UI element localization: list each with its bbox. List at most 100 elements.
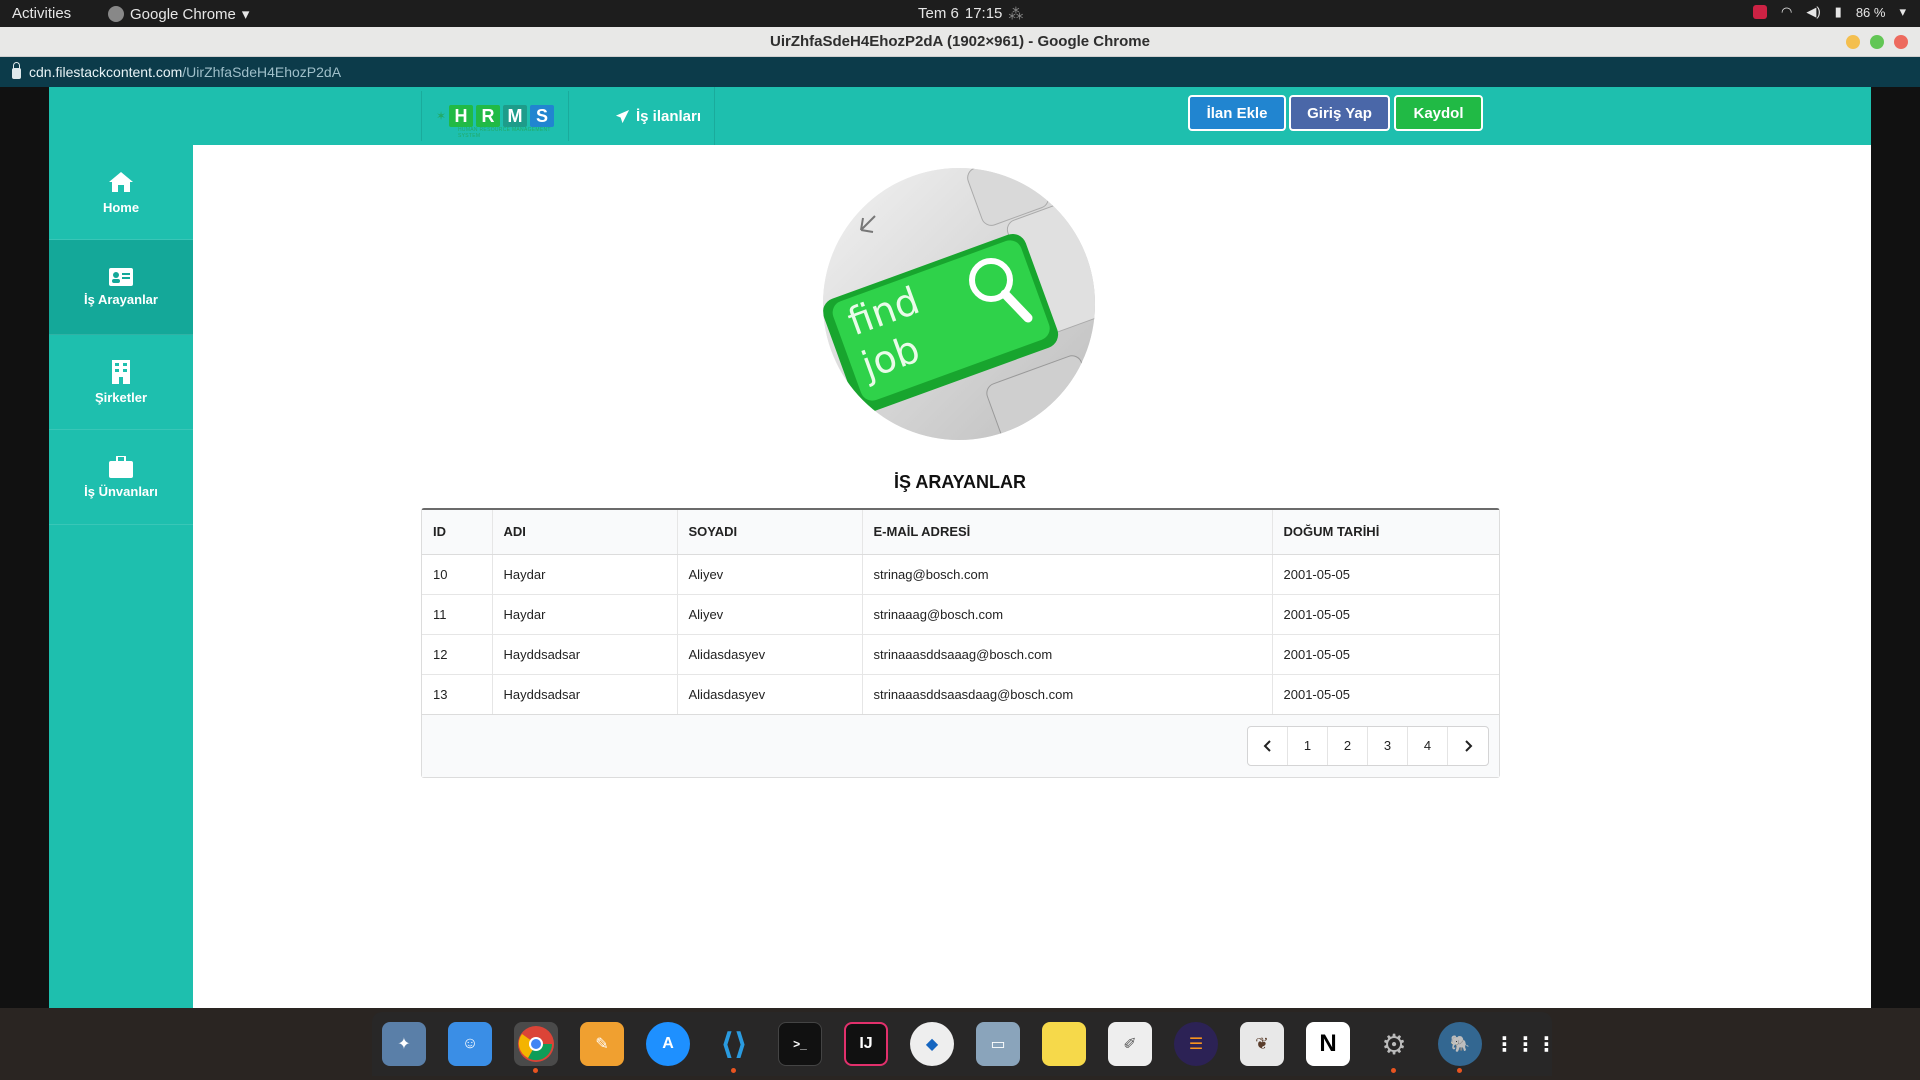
chevron-left-icon: [1263, 739, 1271, 752]
postgres-icon[interactable]: 🐘: [1438, 1022, 1482, 1073]
pagination-page-3[interactable]: 3: [1368, 726, 1408, 765]
logo-letter-s: S: [530, 105, 555, 127]
maximize-button[interactable]: [1870, 35, 1884, 49]
cell-surname: Alidasdasyev: [676, 634, 862, 675]
sidebar-item-companies[interactable]: Şirketler: [49, 335, 193, 430]
pagination-page-2[interactable]: 2: [1328, 726, 1368, 765]
volume-icon: ◀): [1806, 4, 1821, 19]
logo-letter-r: R: [476, 105, 501, 127]
system-tray[interactable]: ◠ ◀) ▮ 86 % ▾: [1753, 4, 1906, 20]
url-host: cdn.filestackcontent.com: [29, 64, 183, 80]
chevron-right-icon: [1465, 739, 1473, 752]
window-title: UirZhfaSdeH4EhozP2dA (1902×961) - Google…: [770, 33, 1150, 50]
pagination-page-4[interactable]: 4: [1408, 726, 1448, 765]
chrome-icon[interactable]: [514, 1022, 558, 1073]
cell-email: strinag@bosch.com: [861, 554, 1272, 595]
system-menu-caret-icon: ▾: [1899, 4, 1906, 19]
notes-icon[interactable]: [1042, 1022, 1086, 1066]
inkscape-icon[interactable]: ◆: [910, 1022, 954, 1066]
app-menu[interactable]: Google Chrome ▾: [108, 5, 249, 23]
table-header-row: ID ADI SOYADI E-MAİL ADRESİ DOĞUM TARİHİ: [422, 510, 1499, 555]
home-icon: [108, 170, 134, 194]
pagination-next-button[interactable]: [1448, 727, 1488, 765]
column-header-email: E-MAİL ADRESİ: [861, 510, 1272, 555]
cell-name: Hayddsadsar: [491, 674, 677, 715]
eclipse-icon[interactable]: ☰: [1174, 1022, 1218, 1066]
paper-plane-icon: [615, 109, 630, 124]
cell-birth-date: 2001-05-05: [1271, 554, 1499, 595]
app-grid-icon[interactable]: ⋮⋮⋮: [1495, 1022, 1557, 1066]
appstore-icon[interactable]: A: [646, 1022, 690, 1066]
url-text[interactable]: cdn.filestackcontent.com/UirZhfaSdeH4Eho…: [29, 64, 341, 80]
web-page: ✶ H R M S HUMAN RESOURCE MANAGEMENT SYST…: [49, 87, 1871, 1008]
briefcase-icon: [109, 455, 133, 478]
cell-name: Hayddsadsar: [491, 634, 677, 675]
column-header-birth-date: DOĞUM TARİHİ: [1271, 510, 1499, 555]
sidebar-item-job-seekers[interactable]: İş Arayanlar: [49, 240, 193, 335]
indicator-app-icon[interactable]: [1753, 5, 1767, 19]
dbeaver-icon[interactable]: ❦: [1240, 1022, 1284, 1066]
sidebar-item-home[interactable]: Home: [49, 145, 193, 240]
shotwell-icon[interactable]: ✦: [382, 1022, 426, 1066]
address-bar[interactable]: cdn.filestackcontent.com/UirZhfaSdeH4Eho…: [0, 57, 1920, 87]
column-header-id: ID: [422, 510, 492, 555]
pagination: 1 2 3 4: [1247, 725, 1489, 766]
javaee-ide-icon[interactable]: ⚙: [1372, 1022, 1416, 1073]
close-button[interactable]: [1894, 35, 1908, 49]
text-editor-icon[interactable]: ✐: [1108, 1022, 1152, 1066]
dock: ✦ ☺ ✎ A ⟨⟩ >_ IJ ◆ ▭ ✐ ☰ ❦ N ⚙ 🐘 ⋮⋮⋮: [372, 1012, 1557, 1076]
table-row: 11 Haydar Aliyev strinaaag@bosch.com 200…: [422, 594, 1499, 635]
nav-job-listings-label: İş ilanları: [636, 107, 702, 125]
find-job-image: find job: [823, 168, 1095, 440]
window-title-bar[interactable]: UirZhfaSdeH4EhozP2dA (1902×961) - Google…: [0, 27, 1920, 57]
activities-button[interactable]: Activities: [12, 5, 71, 22]
battery-icon: ▮: [1834, 4, 1842, 19]
chrome-small-icon: [108, 6, 124, 22]
vscode-icon[interactable]: ⟨⟩: [712, 1022, 756, 1073]
clock-date: Tem 6: [918, 5, 959, 22]
page-title: İŞ ARAYANLAR: [893, 472, 1027, 492]
sidebar-item-job-titles[interactable]: İş Ünvanları: [49, 430, 193, 525]
cell-email: strinaaag@bosch.com: [861, 594, 1272, 635]
table-row: 12 Hayddsadsar Alidasdasyev strinaaasdds…: [422, 634, 1499, 675]
sidebar: Home İş Arayanlar Şirketler İş Ünvanları: [49, 145, 193, 1008]
system-top-bar: Activities Google Chrome ▾ Tem 6 17:15 ⁂…: [0, 0, 1920, 27]
lock-icon: [12, 62, 21, 79]
sidebar-item-label: İş Ünvanları: [84, 483, 158, 499]
caret-down-icon: ▾: [241, 6, 250, 23]
cell-name: Haydar: [491, 554, 677, 595]
minimize-button[interactable]: [1846, 35, 1860, 49]
sidebar-item-label: Home: [102, 199, 140, 215]
terminal-icon[interactable]: >_: [778, 1022, 822, 1066]
nav-job-listings[interactable]: İş ilanları: [601, 87, 715, 145]
scanner-icon[interactable]: ▭: [976, 1022, 1020, 1066]
sidebar-item-label: Şirketler: [94, 389, 148, 405]
cell-birth-date: 2001-05-05: [1271, 674, 1499, 715]
table-footer: 1 2 3 4: [422, 714, 1499, 777]
pagination-prev-button[interactable]: [1248, 726, 1288, 765]
login-button[interactable]: Giriş Yap: [1289, 95, 1390, 131]
cell-id: 13: [422, 674, 492, 715]
wifi-icon: ◠: [1781, 4, 1793, 19]
hrms-logo[interactable]: ✶ H R M S HUMAN RESOURCE MANAGEMENT SYST…: [421, 91, 569, 141]
notification-muted-icon: ⁂: [1008, 6, 1024, 23]
cell-birth-date: 2001-05-05: [1271, 594, 1499, 635]
table-row: 13 Hayddsadsar Alidasdasyev strinaaasdds…: [422, 674, 1499, 715]
pagination-page-1[interactable]: 1: [1288, 726, 1328, 765]
cell-id: 11: [422, 594, 492, 635]
column-header-name: ADI: [491, 510, 677, 555]
job-seekers-table: ID ADI SOYADI E-MAİL ADRESİ DOĞUM TARİHİ…: [421, 508, 1500, 778]
files-icon[interactable]: ✎: [580, 1022, 624, 1066]
url-path: /UirZhfaSdeH4EhozP2dA: [182, 64, 342, 80]
clock[interactable]: Tem 6 17:15 ⁂: [918, 5, 1023, 23]
register-button[interactable]: Kaydol: [1394, 95, 1483, 131]
finder-icon[interactable]: ☺: [448, 1022, 492, 1066]
cell-id: 10: [422, 554, 492, 595]
clock-time: 17:15: [964, 5, 1003, 22]
notion-icon[interactable]: N: [1306, 1022, 1350, 1066]
id-card-icon: [109, 267, 133, 286]
add-listing-button[interactable]: İlan Ekle: [1188, 95, 1286, 131]
intellij-icon[interactable]: IJ: [844, 1022, 888, 1066]
cell-name: Haydar: [491, 594, 677, 635]
page-margin-right: [1871, 87, 1920, 1008]
